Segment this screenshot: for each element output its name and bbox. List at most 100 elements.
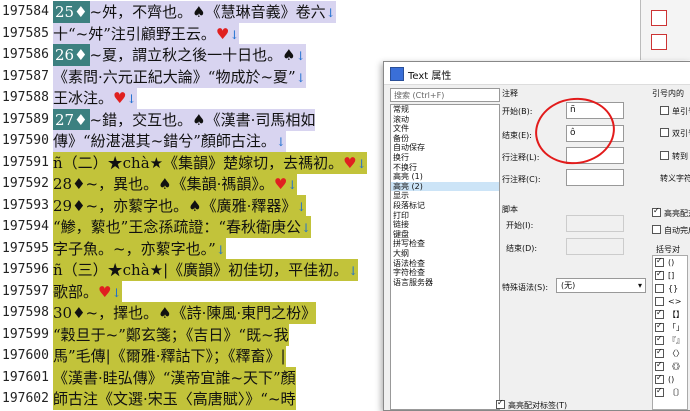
panel-button[interactable]	[651, 34, 667, 50]
category-item[interactable]: 拼写检查	[391, 239, 499, 249]
bracket-checkbox[interactable]	[655, 256, 664, 267]
quote-checkbox-3[interactable]	[660, 151, 669, 160]
category-item[interactable]: 打印	[391, 211, 499, 221]
category-list[interactable]: 常规 滚动 文件 备份 自动保存 换行 不换行 高亮 (1) 高亮 (2) 显示 段落标记 打印 链接键…	[390, 104, 500, 410]
category-item[interactable]: 语法检查	[391, 259, 499, 269]
line-text[interactable]: 28♦~，異也。♠《集韻·禡韻》。♥↓	[53, 173, 298, 195]
bracket-checkbox[interactable]	[655, 321, 664, 332]
category-item[interactable]: 备份	[391, 134, 499, 144]
bracket-checkbox[interactable]	[655, 269, 664, 280]
line-text[interactable]: 字子魚。~，亦蕠字也。”↓	[53, 237, 226, 260]
line-text[interactable]: ñ（三）★chà★|《廣韻》初佳切，平佳初。↓	[53, 259, 359, 281]
category-item[interactable]: 滚动	[391, 115, 499, 125]
bracket-row[interactable]: <>	[653, 295, 687, 308]
editor-line[interactable]: 197584 25♦ ~舛，不齊也。♠《慧琳音義》卷六↓	[0, 1, 400, 23]
editor-line[interactable]: 197586 26♦ ~夏，謂立秋之後一十日也。♠↓	[0, 44, 400, 66]
editor-line[interactable]: 197591 ñ（二）★chà★《集韻》楚嫁切，去禡初。♥↓	[0, 151, 400, 174]
bracket-checkbox[interactable]	[655, 334, 664, 345]
category-item[interactable]: 高亮 (2)	[391, 181, 499, 192]
line-text[interactable]: 25♦ ~舛，不齊也。♠《慧琳音義》卷六↓	[53, 1, 336, 23]
bracket-row[interactable]: {}	[653, 282, 687, 295]
line-text[interactable]: 《漢書·眭弘傳》“漢帝宜誰~天下”顏	[53, 366, 296, 389]
editor-line[interactable]: 197597 歌部。♥↓	[0, 280, 400, 303]
category-item[interactable]: 高亮 (1)	[391, 172, 499, 182]
bracket-row[interactable]: 【】	[653, 308, 687, 321]
bracket-row[interactable]: 「」	[653, 321, 687, 334]
bracket-checkbox[interactable]	[655, 347, 664, 358]
category-item[interactable]: 不换行	[391, 163, 499, 173]
quote-checkbox-2[interactable]	[660, 128, 669, 137]
category-item[interactable]: 自动保存	[391, 143, 499, 153]
highlight-pair-checkbox[interactable]	[652, 206, 661, 217]
bracket-checkbox[interactable]	[655, 284, 664, 293]
bracket-list[interactable]: () [] {} <> 【】「」『』〈〉《》 () 〔〕	[652, 255, 688, 410]
line-text[interactable]: 馬”毛傳|《爾雅·釋詁下》；《釋畜》|	[53, 345, 286, 367]
bracket-row[interactable]: 〔〕	[653, 386, 687, 399]
line-text[interactable]: 傳》“紛湛湛其~錯兮”顏師古注。↓	[53, 130, 286, 152]
bracket-row[interactable]: 『』	[653, 334, 687, 347]
line-text[interactable]: 師古注《文選·宋玉〈高唐賦〉》“~時	[53, 388, 296, 410]
category-item[interactable]: 键盘	[391, 230, 499, 240]
bracket-row[interactable]: 〈〉	[653, 347, 687, 360]
bracket-checkbox[interactable]	[655, 360, 664, 371]
search-input[interactable]: 搜索 (Ctrl+F)	[390, 88, 500, 102]
highlight-pair-label: 高亮配对	[664, 209, 690, 218]
editor-line[interactable]: 197592 28♦~，異也。♠《集韻·禡韻》。♥↓	[0, 173, 400, 195]
line-break-arrow-icon: ↓	[296, 199, 307, 214]
line-text[interactable]: 《素問·六元正紀大論》“物成於~夏”↓	[53, 65, 306, 88]
category-item[interactable]: 段落标记	[391, 201, 499, 211]
line-annotation-field-2[interactable]	[566, 169, 624, 186]
editor-line[interactable]: 197596 ñ（三）★chà★|《廣韻》初佳切，平佳初。↓	[0, 259, 400, 281]
category-item[interactable]: 换行	[391, 153, 499, 163]
syntax-select[interactable]: (无) ▾	[556, 278, 646, 293]
category-item[interactable]: 字符检查	[391, 268, 499, 278]
category-item[interactable]: 链接	[391, 220, 499, 230]
editor-line[interactable]: 197599 “穀旦于~”鄭玄箋；《吉日》“既~我	[0, 323, 400, 346]
quote-checkbox-1[interactable]	[660, 106, 669, 115]
bracket-row[interactable]: []	[653, 269, 687, 282]
bracket-row[interactable]: 《》	[653, 360, 687, 373]
bracket-row[interactable]: ()	[653, 256, 687, 269]
bracket-checkbox[interactable]	[655, 386, 664, 397]
text-run: ñ（三）★chà★|《廣韻》初佳切，平佳初。	[53, 261, 349, 279]
editor-line[interactable]: 197589 27♦ ~錯，交互也。♠《漢書·司馬相如	[0, 108, 400, 131]
line-text[interactable]: 26♦ ~夏，謂立秋之後一十日也。♠↓	[53, 44, 306, 66]
line-text[interactable]: 27♦ ~錯，交互也。♠《漢書·司馬相如	[53, 108, 316, 131]
editor-line[interactable]: 197598 30♦~，擇也。♠《詩·陳風·東門之枌》	[0, 302, 400, 324]
editor-line[interactable]: 197602 師古注《文選·宋玉〈高唐賦〉》“~時	[0, 388, 400, 410]
line-text[interactable]: 30♦~，擇也。♠《詩·陳風·東門之枌》	[53, 302, 317, 324]
editor-line[interactable]: 197587 《素問·六元正紀大論》“物成於~夏”↓	[0, 65, 400, 88]
category-item[interactable]: 文件	[391, 124, 499, 134]
bracket-checkbox[interactable]	[655, 373, 664, 384]
bracket-row[interactable]: ()	[653, 373, 687, 386]
auto-complete-checkbox[interactable]	[652, 225, 661, 234]
line-text[interactable]: “穀旦于~”鄭玄箋；《吉日》“既~我	[53, 323, 289, 346]
line-break-arrow-icon: ↓	[126, 92, 137, 106]
quote-label-2: 双引号	[672, 129, 690, 138]
editor-line[interactable]: 197595 字子魚。~，亦蕠字也。”↓	[0, 237, 400, 260]
category-item[interactable]: 显示	[391, 191, 499, 201]
editor-line[interactable]: 197593 29♦~，亦蕠字也。♠《廣雅·釋器》↓	[0, 194, 400, 217]
line-text[interactable]: ñ（二）★chà★《集韻》楚嫁切，去禡初。♥↓	[53, 151, 367, 174]
syntax-value: (无)	[561, 281, 576, 290]
line-text[interactable]: 歌部。♥↓	[53, 280, 122, 303]
line-text[interactable]: 29♦~，亦蕠字也。♠《廣雅·釋器》↓	[53, 194, 307, 217]
editor-line[interactable]: 197590 傳》“紛湛湛其~錯兮”顏師古注。↓	[0, 130, 400, 152]
line-text[interactable]: “鯵，蕠也”王念孫疏證：“春秋衛庚公↓	[53, 216, 312, 238]
editor-line[interactable]: 197601 《漢書·眭弘傳》“漢帝宜誰~天下”顏	[0, 366, 400, 389]
category-item[interactable]: 常规	[391, 105, 499, 115]
properties-dialog: Text 属性 搜索 (Ctrl+F) 常规 滚动 文件 备份 自动保存 换行 不换行 高亮 …	[383, 61, 690, 411]
editor-line[interactable]: 197600 馬”毛傳|《爾雅·釋詁下》；《釋畜》|	[0, 345, 400, 367]
line-text[interactable]: 王冰注。♥↓	[53, 87, 137, 109]
line-break-arrow-icon: ↓	[295, 70, 306, 85]
editor-line[interactable]: 197585 十“~舛”注引顧野王云。♥↓	[0, 22, 400, 45]
bracket-checkbox[interactable]	[655, 297, 664, 306]
editor-line[interactable]: 197588 王冰注。♥↓	[0, 87, 400, 109]
panel-button[interactable]	[651, 10, 667, 26]
category-item[interactable]: 语言服务器	[391, 278, 499, 288]
bracket-checkbox[interactable]	[655, 308, 664, 319]
category-item[interactable]: 大纲	[391, 249, 499, 259]
editor-line[interactable]: 197594 “鯵，蕠也”王念孫疏證：“春秋衛庚公↓	[0, 216, 400, 238]
highlight-tag-checkbox[interactable]	[496, 398, 505, 409]
line-text[interactable]: 十“~舛”注引顧野王云。♥↓	[53, 22, 240, 45]
